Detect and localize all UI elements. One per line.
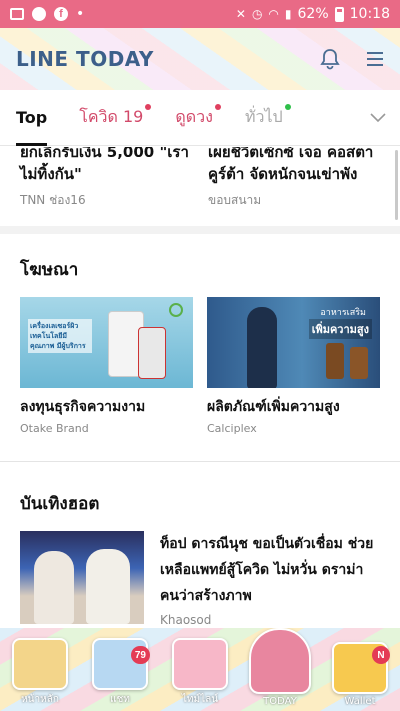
nav-label: TODAY	[263, 696, 297, 707]
clock: 10:18	[349, 6, 390, 22]
article-title: ท็อป ดารณีนุช ขอเป็นตัวเชื่อม ช่วยเหลือแ…	[160, 536, 374, 604]
more-notifications-icon: •	[76, 6, 85, 22]
ad-image-height-supplement: อาหารเสริม เพิ่มความสูง	[207, 297, 380, 388]
nav-label: Wallet	[344, 696, 376, 707]
new-dot	[145, 103, 152, 110]
tab-label: ดูดวง	[175, 107, 213, 126]
wallet-new-badge: N	[372, 646, 390, 664]
ad-source: Calciplex	[207, 422, 257, 435]
ad-source: Otake Brand	[20, 422, 89, 435]
signal-icon: ▮	[284, 7, 292, 21]
ad-card[interactable]: อาหารเสริม เพิ่มความสูง ผลิตภัณฑ์เพิ่มคว…	[207, 297, 380, 435]
tab-label: โควิด 19	[79, 107, 144, 126]
tab-general[interactable]: ทั่วไป	[229, 90, 299, 146]
nav-today[interactable]: TODAY	[240, 628, 320, 711]
ads-row: เครื่องเลเซอร์ผิว เทคโนโลยีมีคุณภาพ มีผู…	[0, 297, 400, 435]
tab-top[interactable]: Top	[0, 90, 63, 146]
article-title: ยกเลิกรับเงิน 5,000 "เรา ไม่ทิ้งกัน"	[20, 147, 189, 183]
ad-image-caption: เครื่องเลเซอร์ผิว เทคโนโลยีมีคุณภาพ มีผู…	[28, 319, 92, 353]
article-source: Khaosod	[160, 613, 212, 627]
ad-image-caption: อาหารเสริม	[320, 308, 366, 318]
gallery-notification-icon	[10, 8, 24, 20]
section-divider	[0, 461, 400, 462]
tab-label: ทั่วไป	[244, 107, 283, 126]
wifi-icon: ◠	[268, 7, 279, 21]
new-dot	[284, 103, 291, 110]
tab-covid19[interactable]: โควิด 19	[63, 90, 159, 146]
ad-image-caption: เพิ่มความสูง	[308, 319, 372, 339]
person-silhouette	[247, 307, 277, 388]
article-card[interactable]: เผยชีวิตเซ็กซ์ เจอ คอสตา คูร์ต้า จัดหนัก…	[208, 147, 380, 210]
battery-icon	[334, 6, 344, 22]
laser-machine-graphic	[138, 327, 166, 379]
tab-horoscope[interactable]: ดูดวง	[159, 90, 229, 146]
mute-icon: ✕	[235, 7, 246, 21]
bottom-nav: หน้าหลัก แชท 79 ไทม์ไลน์ TODAY Wallet N	[0, 628, 400, 711]
chevron-down-icon[interactable]	[370, 108, 386, 127]
ad-card[interactable]: เครื่องเลเซอร์ผิว เทคโนโลยีมีคุณภาพ มีผู…	[20, 297, 193, 435]
article-source: ขอบสนาม	[208, 193, 262, 207]
home-icon	[12, 638, 68, 690]
chat-unread-badge: 79	[130, 646, 150, 664]
top-articles-row: ยกเลิกรับเงิน 5,000 "เรา ไม่ทิ้งกัน" TNN…	[0, 147, 400, 210]
ad-title: ผลิตภัณฑ์เพิ่มความสูง	[207, 399, 340, 415]
nav-chat[interactable]: แชท 79	[80, 628, 160, 711]
alarm-icon: ◷	[251, 7, 263, 21]
nav-home[interactable]: หน้าหลัก	[0, 628, 80, 711]
scrollbar[interactable]	[395, 150, 398, 220]
supplement-bottle-graphic	[350, 347, 368, 379]
line-today-logo[interactable]: LINE TODAY	[16, 47, 154, 71]
ad-title: ลงทุนธุรกิจความงาม	[20, 399, 146, 415]
status-bar: f • ✕ ◷ ◠ ▮ 62% 10:18	[0, 0, 400, 28]
article-thumbnail	[20, 531, 144, 624]
new-dot	[214, 103, 221, 110]
brand-logo	[169, 303, 183, 317]
battery-percent: 62%	[297, 6, 329, 22]
person-figure	[34, 551, 74, 624]
line-notification-icon	[32, 7, 46, 21]
ads-section-title: โฆษณา	[20, 260, 79, 280]
entertainment-article[interactable]: ท็อป ดารณีนุช ขอเป็นตัวเชื่อม ช่วยเหลือแ…	[0, 531, 400, 627]
tab-label: Top	[16, 108, 48, 127]
person-figure	[86, 549, 130, 624]
nav-label: หน้าหลัก	[21, 694, 59, 705]
today-icon	[249, 628, 311, 694]
nav-label: ไทม์ไลน์	[181, 694, 219, 705]
entertainment-section-title: บันเทิงฮอต	[20, 494, 100, 514]
timeline-icon	[172, 638, 228, 690]
feed: ยกเลิกรับเงิน 5,000 "เรา ไม่ทิ้งกัน" TNN…	[0, 147, 400, 627]
nav-label: แชท	[110, 694, 130, 705]
bell-icon[interactable]	[320, 48, 340, 70]
nav-wallet[interactable]: Wallet N	[320, 628, 400, 711]
ad-image-laser: เครื่องเลเซอร์ผิว เทคโนโลยีมีคุณภาพ มีผู…	[20, 297, 193, 388]
supplement-bottle-graphic	[326, 343, 344, 379]
article-card[interactable]: ยกเลิกรับเงิน 5,000 "เรา ไม่ทิ้งกัน" TNN…	[20, 147, 192, 210]
facebook-notification-icon: f	[54, 7, 68, 21]
menu-icon[interactable]	[366, 51, 384, 67]
article-title: เผยชีวิตเซ็กซ์ เจอ คอสตา คูร์ต้า จัดหนัก…	[208, 147, 374, 183]
nav-timeline[interactable]: ไทม์ไลน์	[160, 628, 240, 711]
section-divider	[0, 226, 400, 234]
article-source: TNN ช่อง16	[20, 193, 86, 207]
category-tabs: Top โควิด 19 ดูดวง ทั่วไป	[0, 90, 400, 146]
app-header: LINE TODAY	[0, 28, 400, 90]
